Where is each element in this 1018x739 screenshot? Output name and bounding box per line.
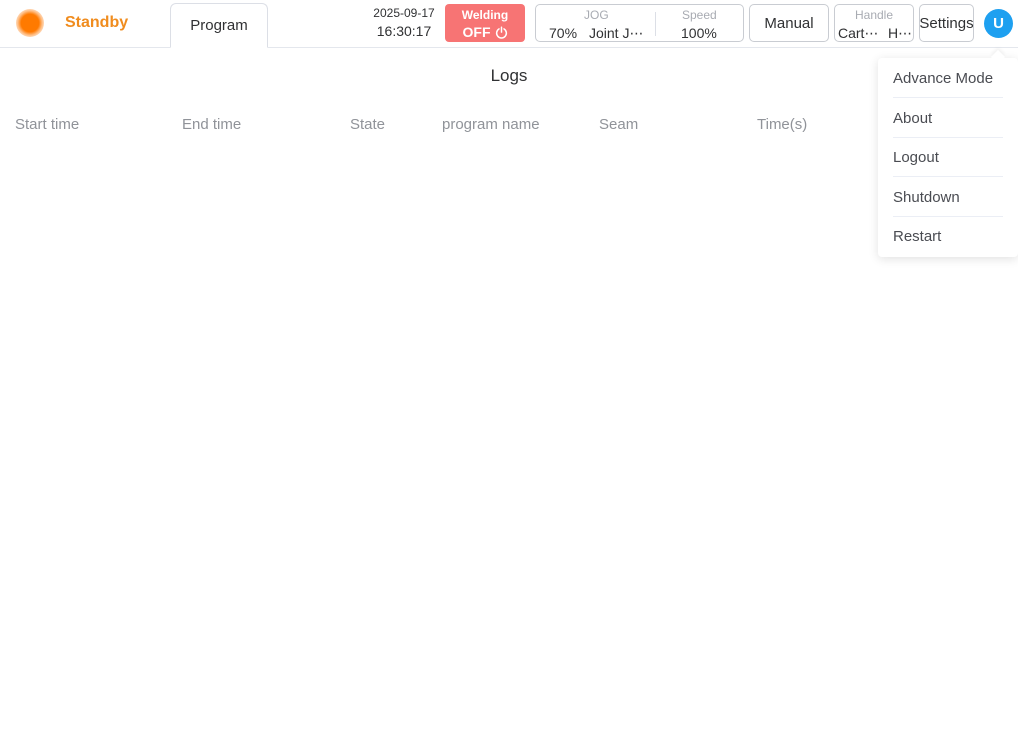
column-end-time: End time <box>182 116 242 133</box>
tab-program[interactable]: Program <box>170 3 268 48</box>
column-program-name: program name <box>442 116 540 133</box>
logs-title: Logs <box>490 66 528 85</box>
column-start-time: Start time <box>15 116 80 133</box>
column-time: Time(s) <box>757 116 808 133</box>
manual-button[interactable]: Manual <box>749 4 829 42</box>
top-header: Standby Program 2025-09-17 16:30:17 Weld… <box>0 0 1018 48</box>
menu-item-about[interactable]: About <box>893 99 1003 138</box>
jog-percent: 70% <box>549 25 578 41</box>
speed-value: 100% <box>681 25 717 41</box>
jog-divider <box>655 12 656 36</box>
column-seam: Seam <box>599 116 639 133</box>
column-state: State <box>350 116 386 133</box>
status-indicator-icon <box>16 9 44 37</box>
handle-selector[interactable]: Handle Cart⋯ H⋯ <box>834 4 914 42</box>
datetime-display: 2025-09-17 16:30:17 <box>368 7 440 38</box>
menu-item-logout[interactable]: Logout <box>893 138 1003 177</box>
time-text: 16:30:17 <box>376 23 432 39</box>
status-label: Standby <box>65 14 129 31</box>
welding-toggle-button[interactable]: Welding OFF <box>445 4 525 42</box>
handle-mode-value: H⋯ <box>888 25 913 41</box>
menu-item-shutdown[interactable]: Shutdown <box>893 178 1003 217</box>
user-avatar[interactable]: U <box>984 9 1013 38</box>
menu-item-restart[interactable]: Restart <box>893 217 1003 256</box>
menu-item-advance-mode[interactable]: Advance Mode <box>893 59 1003 98</box>
power-icon <box>495 25 507 39</box>
speed-label: Speed <box>682 8 717 22</box>
jog-mode: Joint J⋯ <box>589 25 644 41</box>
handle-label: Handle <box>854 8 894 22</box>
welding-label: Welding <box>461 8 509 22</box>
welding-state: OFF <box>462 24 491 40</box>
settings-button[interactable]: Settings <box>919 4 974 42</box>
jog-speed-control[interactable]: JOG 70% Joint J⋯ Speed 100% <box>535 4 744 42</box>
handle-coordinate-value: Cart⋯ <box>838 25 879 41</box>
jog-label: JOG <box>584 8 609 22</box>
page: Standby Program 2025-09-17 16:30:17 Weld… <box>0 0 1018 739</box>
user-menu-dropdown: Advance Mode About Logout Shutdown Resta… <box>878 58 1018 257</box>
date-text: 2025-09-17 <box>373 6 435 20</box>
